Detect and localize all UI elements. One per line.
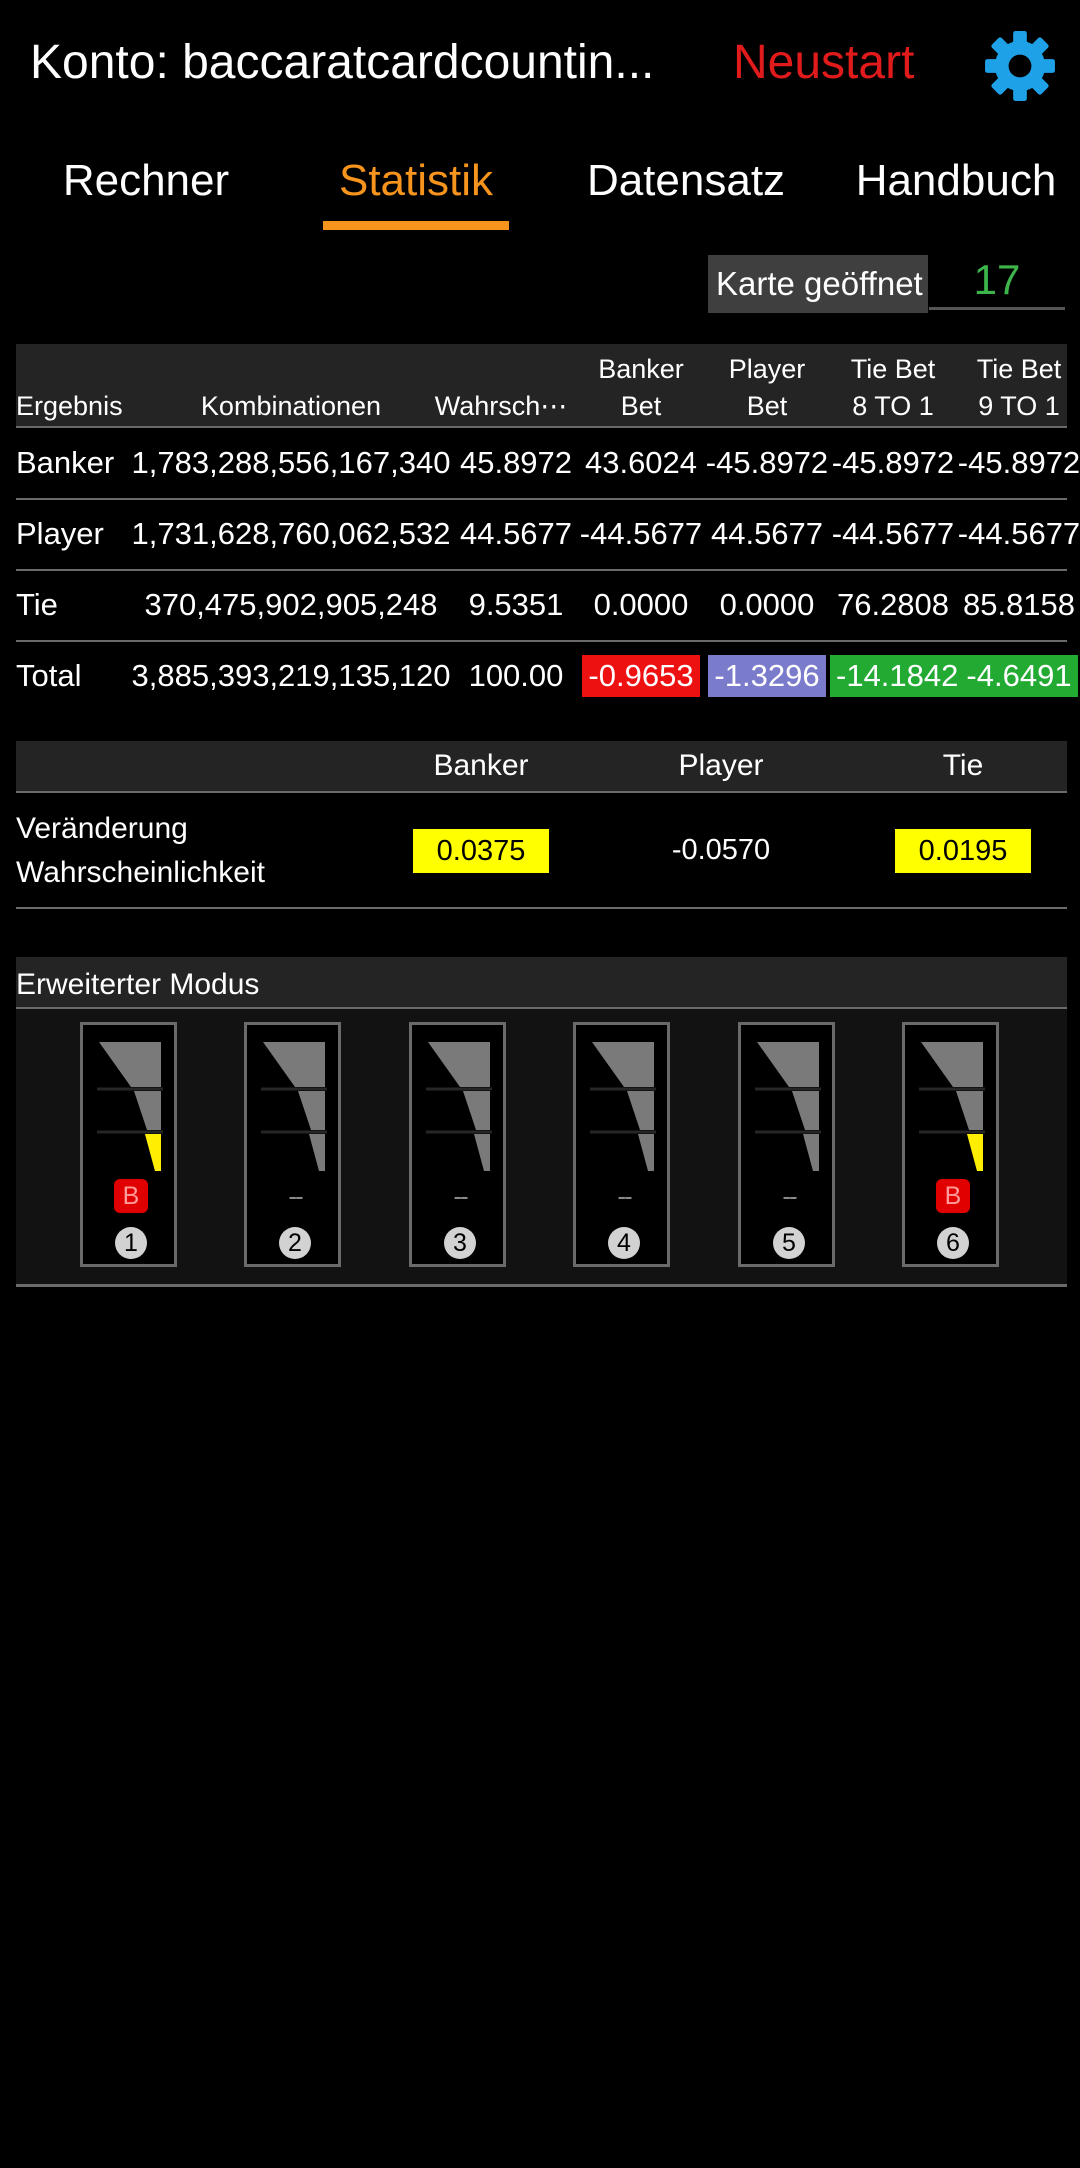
row-probability: 45.8972 xyxy=(459,445,573,480)
row-banker-bet: -44.5677 xyxy=(579,516,703,551)
probability-change-header: Banker Player Tie xyxy=(16,741,1067,793)
restart-button[interactable]: Neustart xyxy=(733,30,914,96)
card-opened-label: Karte geöffnet xyxy=(708,255,928,313)
tab-rechner[interactable]: Rechner xyxy=(20,148,272,230)
account-title[interactable]: Konto: baccaratcardcountin... xyxy=(30,30,654,96)
tie-change-cell: 0.0195 xyxy=(838,793,1080,907)
row-result: Tie xyxy=(16,587,58,622)
row-tie-9: -45.8972 xyxy=(957,445,1080,480)
header-tie-8-line1: Tie Bet xyxy=(850,354,936,384)
gear-icon[interactable] xyxy=(982,28,1058,104)
tab-bar: Rechner Statistik Datensatz Handbuch xyxy=(0,140,1080,230)
header-tie: Tie xyxy=(942,749,984,782)
row-combinations: 3,885,393,219,135,120 xyxy=(131,658,451,693)
header-banker: Banker xyxy=(433,749,529,782)
card-opened-value[interactable]: 17 xyxy=(929,255,1065,310)
deck-number: 4 xyxy=(608,1227,640,1259)
probability-change-label-line1: Veränderung xyxy=(16,812,188,845)
table-header: Ergebnis Kombinationen Wahrsch⋯ Banker B… xyxy=(16,344,1067,428)
deck-number: 2 xyxy=(279,1227,311,1259)
table-row: Tie 370,475,902,905,248 9.5351 0.0000 0.… xyxy=(16,570,1075,642)
total-tie-9-cell: -4.6491 xyxy=(956,641,1080,711)
total-player-bet-cell: -1.3296 xyxy=(704,641,830,711)
header-banker-bet-line2: Bet xyxy=(620,391,662,421)
deck-number: 1 xyxy=(115,1227,147,1259)
row-result: Player xyxy=(16,516,104,551)
header-probability: Wahrsch⋯ xyxy=(434,391,568,421)
total-tie-8-cell: -14.1842 xyxy=(830,641,965,711)
row-banker-bet: 0.0000 xyxy=(593,587,689,622)
row-tie-9: -44.5677 xyxy=(957,516,1080,551)
total-tie-9-badge: -4.6491 xyxy=(960,655,1078,697)
total-player-bet-badge: -1.3296 xyxy=(708,655,826,697)
header-combinations: Kombinationen xyxy=(200,391,382,421)
row-probability: 44.5677 xyxy=(459,516,573,551)
deck-indicator-2[interactable]: -- 2 xyxy=(244,1022,341,1267)
header-player: Player xyxy=(678,749,764,782)
probability-change-label-line2: Wahrscheinlichkeit xyxy=(16,856,265,889)
row-banker-bet: 43.6024 xyxy=(584,445,698,480)
tie-change-value: 0.0195 xyxy=(895,829,1031,874)
deck-number: 5 xyxy=(773,1227,805,1259)
row-tie-8: -44.5677 xyxy=(831,516,955,551)
deck-indicator-5[interactable]: -- 5 xyxy=(738,1022,835,1267)
deck-mark: -- xyxy=(453,1181,468,1211)
row-tie-8: 76.2808 xyxy=(836,587,950,622)
deck-number: 6 xyxy=(937,1227,969,1259)
header-tie-8-line2: 8 TO 1 xyxy=(852,391,934,421)
header-player-bet-line1: Player xyxy=(728,354,806,384)
deck-mark: B xyxy=(936,1179,970,1213)
deck-mark: B xyxy=(114,1179,148,1213)
row-probability: 9.5351 xyxy=(468,587,564,622)
header-tie-9-line2: 9 TO 1 xyxy=(978,391,1060,421)
tab-datensatz[interactable]: Datensatz xyxy=(560,148,812,230)
banker-change-cell: 0.0375 xyxy=(356,793,606,907)
probability-change-row: Veränderung Wahrscheinlichkeit 0.0375 -0… xyxy=(16,793,1067,909)
row-tie-8: -45.8972 xyxy=(831,445,955,480)
banker-change-value: 0.0375 xyxy=(413,829,549,874)
row-combinations: 1,731,628,760,062,532 xyxy=(131,516,451,551)
header-tie-9-line1: Tie Bet xyxy=(976,354,1062,384)
table-row-total: Total 3,885,393,219,135,120 100.00 -0.96… xyxy=(16,641,1078,711)
header-banker-bet-line1: Banker xyxy=(598,354,684,384)
deck-indicator-1[interactable]: B 1 xyxy=(80,1022,177,1267)
total-banker-bet-cell: -0.9653 xyxy=(578,641,704,711)
table-row: Player 1,731,628,760,062,532 44.5677 -44… xyxy=(16,499,1080,571)
deck-mark: -- xyxy=(288,1181,303,1211)
deck-indicators: B 1 -- 2 -- 3 -- 4 -- 5 B 6 xyxy=(16,1009,1067,1287)
row-tie-9: 85.8158 xyxy=(962,587,1076,622)
probability-change-label: Veränderung Wahrscheinlichkeit xyxy=(16,807,265,895)
row-result: Total xyxy=(16,658,82,693)
header-player-bet-line2: Bet xyxy=(746,391,788,421)
tab-handbuch[interactable]: Handbuch xyxy=(830,148,1080,230)
deck-indicator-4[interactable]: -- 4 xyxy=(573,1022,670,1267)
row-combinations: 1,783,288,556,167,340 xyxy=(131,445,451,480)
tab-statistik[interactable]: Statistik xyxy=(290,148,542,230)
extended-mode-title: Erweiterter Modus xyxy=(16,957,1067,1009)
card-opened-field: Karte geöffnet 17 xyxy=(708,255,1065,313)
deck-number: 3 xyxy=(444,1227,476,1259)
row-player-bet: 44.5677 xyxy=(710,516,824,551)
row-result: Banker xyxy=(16,445,115,480)
row-combinations: 370,475,902,905,248 xyxy=(144,587,438,622)
header-result: Ergebnis xyxy=(16,391,123,421)
app-header: Konto: baccaratcardcountin... Neustart xyxy=(0,0,1080,130)
deck-indicator-3[interactable]: -- 3 xyxy=(409,1022,506,1267)
total-banker-bet-badge: -0.9653 xyxy=(582,655,700,697)
player-change-value: -0.0570 xyxy=(671,834,771,866)
total-tie-8-badge: -14.1842 xyxy=(830,655,965,697)
active-tab-indicator xyxy=(323,221,509,230)
deck-mark: -- xyxy=(782,1181,797,1211)
deck-indicator-6[interactable]: B 6 xyxy=(902,1022,999,1267)
row-player-bet: 0.0000 xyxy=(719,587,815,622)
row-probability: 100.00 xyxy=(468,658,564,693)
deck-mark: -- xyxy=(617,1181,632,1211)
row-player-bet: -45.8972 xyxy=(705,445,829,480)
table-row: Banker 1,783,288,556,167,340 45.8972 43.… xyxy=(16,428,1080,500)
